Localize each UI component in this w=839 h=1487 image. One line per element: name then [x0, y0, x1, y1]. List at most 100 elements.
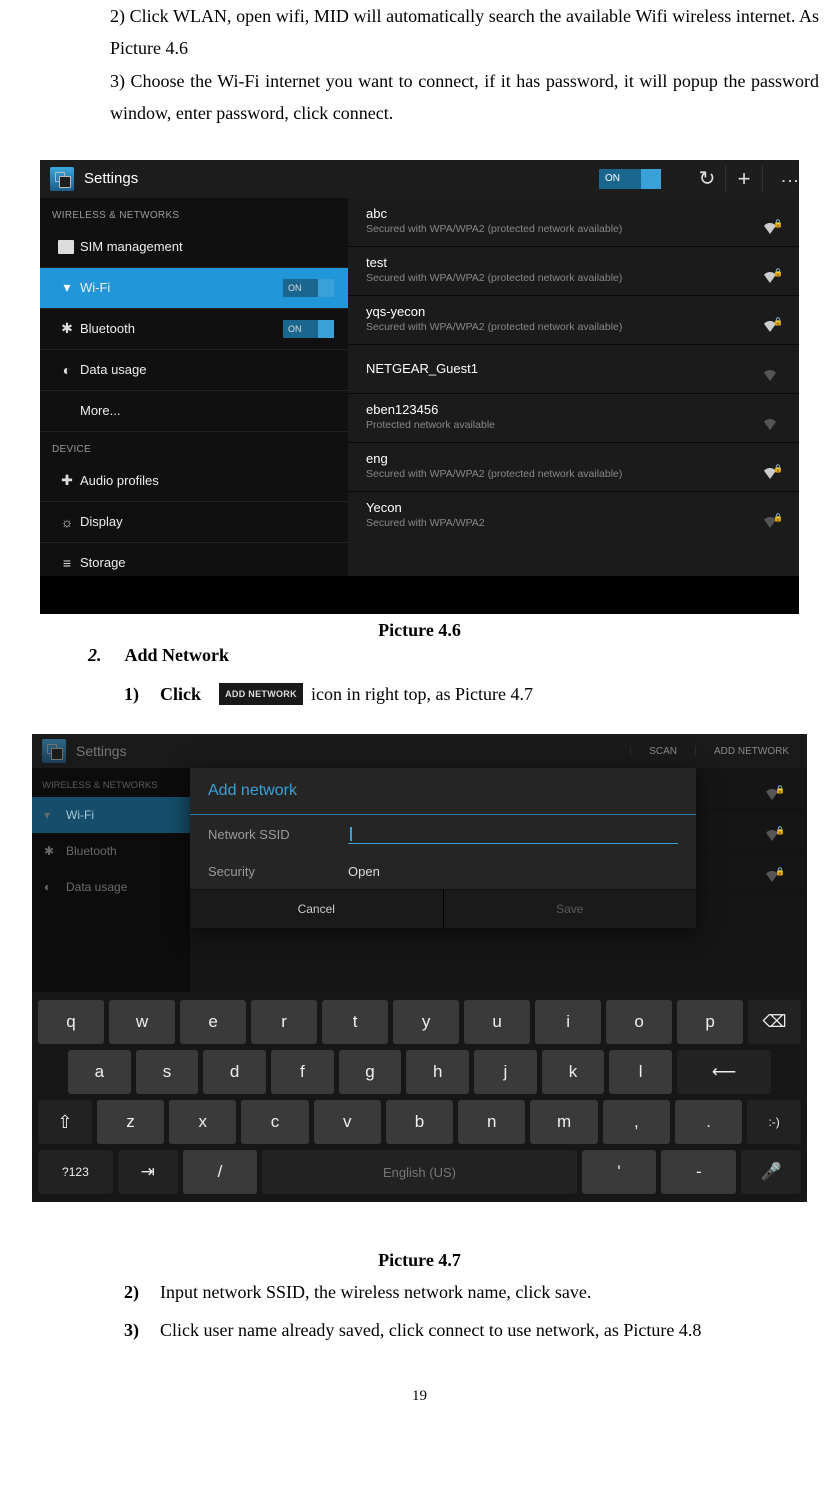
key-z[interactable]: z — [97, 1100, 164, 1144]
key-slash[interactable]: / — [183, 1150, 258, 1194]
section-add-network: 2. Add Network — [88, 645, 829, 666]
wifi-master-toggle[interactable]: ON — [599, 169, 661, 189]
sidebar-item-audio[interactable]: ✚ Audio profiles — [40, 461, 348, 502]
key-s[interactable]: s — [136, 1050, 199, 1094]
bluetooth-icon: ✱ — [54, 320, 80, 337]
sidebar-item-bluetooth: ✱Bluetooth — [32, 833, 190, 869]
figure-caption-4-6: Picture 4.6 — [10, 620, 829, 641]
key-p[interactable]: p — [677, 1000, 743, 1044]
sidebar-item-data-usage: ◐Data usage — [32, 869, 190, 905]
wifi-network-row[interactable]: engSecured with WPA/WPA2 (protected netw… — [348, 443, 799, 492]
key-x[interactable]: x — [169, 1100, 236, 1144]
key-i[interactable]: i — [535, 1000, 601, 1044]
instruction-step-2: 2) Click WLAN, open wifi, MID will autom… — [10, 0, 829, 65]
key-symbols[interactable]: ?123 — [38, 1150, 113, 1194]
key-e[interactable]: e — [180, 1000, 246, 1044]
sidebar-item-more[interactable]: More... — [40, 391, 348, 432]
audio-icon: ✚ — [54, 472, 80, 489]
key-y[interactable]: y — [393, 1000, 459, 1044]
key-d[interactable]: d — [203, 1050, 266, 1094]
settings-icon — [42, 739, 66, 763]
key-h[interactable]: h — [406, 1050, 469, 1094]
app-header: Settings ON ↻ + ⋮ — [40, 160, 799, 198]
save-button[interactable]: Save — [444, 890, 697, 928]
key-backspace[interactable]: ⌫ — [748, 1000, 801, 1044]
key-n[interactable]: n — [458, 1100, 525, 1144]
wifi-row-toggle[interactable]: ON — [283, 279, 334, 297]
section-header-device: DEVICE — [40, 432, 348, 461]
key-apostrophe[interactable]: ' — [582, 1150, 657, 1194]
sidebar-item-wifi: ▾Wi-Fi — [32, 797, 190, 833]
bt-row-toggle[interactable]: ON — [283, 320, 334, 338]
sidebar-item-bluetooth[interactable]: ✱ Bluetooth ON — [40, 309, 348, 350]
add-network-button[interactable]: ADD NETWORK — [695, 746, 807, 757]
screenshot-settings-wifi: Settings ON ↻ + ⋮ WIRELESS & NETWORKS SI… — [40, 160, 799, 614]
add-network-step-3: 3) Click user name already saved, click … — [124, 1315, 819, 1347]
security-field-row: Security Open — [190, 854, 696, 889]
key-q[interactable]: q — [38, 1000, 104, 1044]
add-network-step-2: 2) Input network SSID, the wireless netw… — [124, 1277, 819, 1309]
sidebar-item-display[interactable]: ☼ Display — [40, 502, 348, 543]
wifi-network-row[interactable]: testSecured with WPA/WPA2 (protected net… — [348, 247, 799, 296]
key-l[interactable]: l — [609, 1050, 672, 1094]
instruction-step-3: 3) Choose the Wi-Fi internet you want to… — [10, 65, 829, 130]
key-w[interactable]: w — [109, 1000, 175, 1044]
onscreen-keyboard: q w e r t y u i o p ⌫ a s d f g h j k — [32, 992, 807, 1202]
key-r[interactable]: r — [251, 1000, 317, 1044]
settings-icon — [50, 167, 74, 191]
key-o[interactable]: o — [606, 1000, 672, 1044]
cancel-button[interactable]: Cancel — [190, 890, 444, 928]
wifi-network-list: abcSecured with WPA/WPA2 (protected netw… — [348, 198, 799, 576]
key-dash[interactable]: - — [661, 1150, 736, 1194]
key-emoji[interactable]: :-) — [747, 1100, 801, 1144]
wifi-network-row[interactable]: abcSecured with WPA/WPA2 (protected netw… — [348, 198, 799, 247]
key-mic[interactable]: 🎤 — [741, 1150, 801, 1194]
key-v[interactable]: v — [314, 1100, 381, 1144]
sim-icon — [54, 240, 80, 254]
wifi-network-row[interactable]: eben123456Protected network available — [348, 394, 799, 443]
add-network-inline-icon: ADD NETWORK — [219, 683, 303, 705]
key-g[interactable]: g — [339, 1050, 402, 1094]
settings-sidebar: WIRELESS & NETWORKS SIM management ▾ Wi-… — [40, 198, 348, 576]
figure-caption-4-7: Picture 4.7 — [10, 1250, 829, 1271]
key-a[interactable]: a — [68, 1050, 131, 1094]
data-usage-icon: ◐ — [54, 362, 80, 378]
key-k[interactable]: k — [542, 1050, 605, 1094]
sidebar-item-sim[interactable]: SIM management — [40, 227, 348, 268]
add-network-step-1: 1) Click ADD NETWORK icon in right top, … — [124, 680, 829, 709]
wifi-network-row[interactable]: NETGEAR_Guest1 — [348, 345, 799, 394]
storage-icon: ≡ — [54, 555, 80, 571]
key-period[interactable]: . — [675, 1100, 742, 1144]
sidebar-blurred: WIRELESS & NETWORKS ▾Wi-Fi ✱Bluetooth ◐D… — [32, 768, 190, 905]
key-t[interactable]: t — [322, 1000, 388, 1044]
add-icon[interactable]: + — [725, 166, 763, 192]
app-title: Settings — [84, 170, 138, 187]
scan-button[interactable]: SCAN — [630, 746, 695, 757]
sidebar-item-storage[interactable]: ≡ Storage — [40, 543, 348, 583]
key-b[interactable]: b — [386, 1100, 453, 1144]
ssid-field-row: Network SSID — [190, 815, 696, 854]
security-dropdown[interactable]: Open — [348, 864, 380, 879]
key-enter[interactable]: ⟵ — [677, 1050, 771, 1094]
key-u[interactable]: u — [464, 1000, 530, 1044]
key-f[interactable]: f — [271, 1050, 334, 1094]
key-tab[interactable]: ⇥ — [118, 1150, 178, 1194]
key-space[interactable]: English (US) — [262, 1150, 576, 1194]
app-title: Settings — [76, 743, 127, 759]
key-c[interactable]: c — [241, 1100, 308, 1144]
section-header-wireless: WIRELESS & NETWORKS — [40, 198, 348, 227]
overflow-icon[interactable]: ⋮ — [763, 172, 799, 186]
sidebar-item-data-usage[interactable]: ◐ Data usage — [40, 350, 348, 391]
wifi-icon: ▾ — [54, 279, 80, 296]
wifi-network-row[interactable]: yqs-yeconSecured with WPA/WPA2 (protecte… — [348, 296, 799, 345]
add-network-dialog: Add network Network SSID Security Open C… — [190, 768, 696, 928]
ssid-input[interactable] — [348, 825, 678, 844]
key-comma[interactable]: , — [603, 1100, 670, 1144]
refresh-icon[interactable]: ↻ — [689, 166, 725, 191]
sidebar-item-wifi[interactable]: ▾ Wi-Fi ON — [40, 268, 348, 309]
key-m[interactable]: m — [530, 1100, 597, 1144]
key-shift[interactable]: ⇧ — [38, 1100, 92, 1144]
key-j[interactable]: j — [474, 1050, 537, 1094]
display-icon: ☼ — [54, 514, 80, 530]
wifi-network-row[interactable]: YeconSecured with WPA/WPA2 🔒 — [348, 492, 799, 540]
